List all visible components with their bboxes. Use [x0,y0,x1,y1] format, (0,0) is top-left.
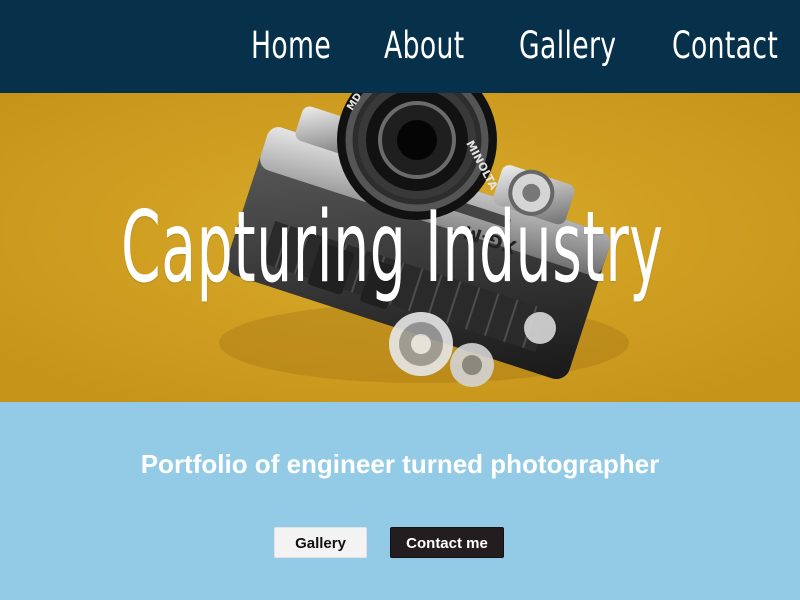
gallery-button[interactable]: Gallery [274,527,367,558]
portfolio-tagline: Portfolio of engineer turned photographe… [140,449,660,479]
hero-banner: XG-M MD 50mm MINOLTA Capturing Industry [0,93,800,402]
hero-title: Capturing Industry [121,191,664,305]
nav-about-link[interactable]: About [384,22,465,70]
intro-section: Portfolio of engineer turned photographe… [0,402,800,600]
nav-contact-link[interactable]: Contact [672,22,778,70]
top-navigation: Home About Gallery Contact [0,0,800,93]
contact-me-button[interactable]: Contact me [390,527,504,558]
nav-gallery-link[interactable]: Gallery [519,22,616,70]
nav-home-link[interactable]: Home [251,22,331,70]
